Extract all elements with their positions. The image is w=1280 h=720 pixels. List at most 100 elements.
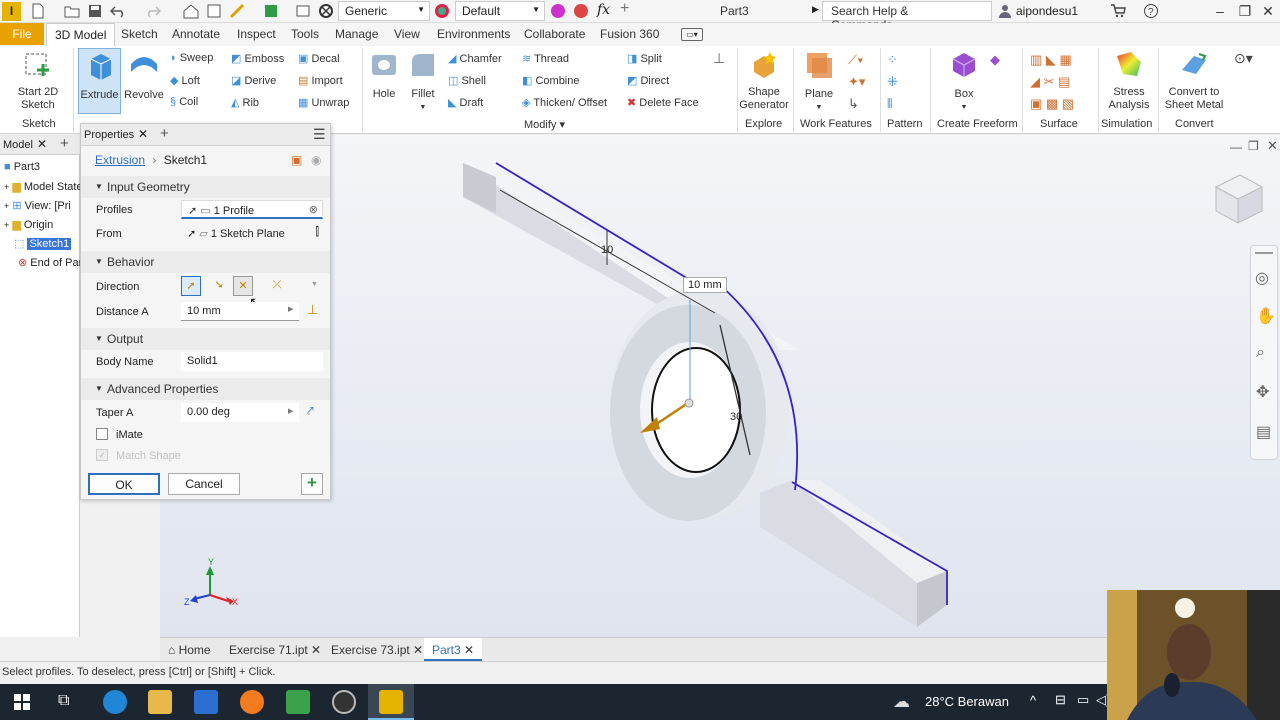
properties-tab[interactable]: Properties — [84, 129, 134, 141]
orbit-icon[interactable]: ✥ — [1256, 382, 1269, 402]
user-name[interactable]: aipondesu1 — [1016, 4, 1078, 18]
loft-button[interactable]: ◆ Loft — [170, 74, 200, 87]
open-folder-icon[interactable] — [64, 3, 80, 19]
shape-generator-button[interactable]: Shape Generator — [738, 50, 790, 112]
direction-asymmetric-button[interactable]: ⤫ — [267, 276, 287, 296]
section-output[interactable]: ▼ Output — [81, 328, 330, 350]
add-icon[interactable]: + — [620, 0, 629, 18]
close-icon[interactable]: ✕ — [311, 643, 321, 657]
edge-browser-icon[interactable] — [103, 690, 127, 714]
taper-a-input[interactable]: 0.00 deg — [181, 403, 299, 422]
browser-tab-model[interactable]: Model — [3, 139, 33, 151]
from-selector[interactable]: ➚ ▱ 1 Sketch Plane ⫿ — [181, 224, 323, 243]
new-file-icon[interactable] — [30, 3, 46, 19]
body-name-input[interactable]: Solid1 — [181, 352, 323, 371]
tree-item-origin[interactable]: + ▆ Origin — [4, 218, 53, 231]
distance-direction-icon[interactable]: ⊥ — [307, 302, 318, 318]
app-logo[interactable]: I — [2, 2, 21, 21]
tab-file[interactable]: File — [0, 23, 44, 45]
dimension-30[interactable]: 30 — [730, 411, 742, 423]
close-button[interactable]: ✕ — [1258, 2, 1278, 20]
emboss-button[interactable]: ◩ Emboss — [231, 52, 284, 65]
ok-button[interactable]: OK — [88, 473, 160, 495]
add-tab-icon[interactable]: + — [60, 135, 69, 152]
menu-icon[interactable]: ☰ — [313, 126, 326, 143]
profiles-selector[interactable]: ➚ ▭ 1 Profile ⊗ — [181, 200, 323, 219]
trim-icon[interactable]: ▣ ▩ ▧ — [1030, 96, 1074, 112]
mirror-icon[interactable]: ⫴ — [887, 96, 892, 112]
tree-item-sketch1[interactable]: ⬚ Sketch1 — [14, 237, 72, 250]
close-icon[interactable]: ✕ — [37, 137, 47, 151]
ucs-icon[interactable]: ↳ — [848, 96, 859, 112]
imate-checkbox[interactable] — [96, 428, 108, 440]
from-options-icon[interactable]: ⫿ — [315, 226, 319, 239]
extrude-button[interactable]: Extrude — [78, 48, 121, 114]
box-button[interactable]: Box ▼ — [946, 50, 982, 114]
plane-button[interactable]: Plane ▼ — [800, 50, 838, 114]
doc-tab-exercise-73[interactable]: Exercise 73.ipt ✕ — [331, 643, 423, 657]
viewport-restore-icon[interactable]: ❐ — [1248, 139, 1259, 153]
rectangular-pattern-icon[interactable]: ⁘ — [887, 52, 898, 68]
adjust-icon[interactable] — [573, 3, 589, 19]
direction-symmetric-button[interactable]: ✕ — [233, 276, 253, 296]
maximize-button[interactable]: ❐ — [1235, 2, 1255, 20]
store-icon[interactable] — [194, 690, 218, 714]
derive-button[interactable]: ◪ Derive — [231, 74, 276, 87]
parameters-icon[interactable]: fx — [597, 2, 610, 18]
tray-app-icon[interactable]: ⊟ — [1055, 692, 1066, 708]
ribbon-options-icon[interactable]: ▭▾ — [681, 28, 703, 41]
material-icon[interactable] — [295, 3, 311, 19]
combine-button[interactable]: ◧ Combine — [522, 74, 580, 87]
steering-wheel-icon[interactable]: ◎ — [1255, 268, 1269, 288]
task-view-icon[interactable]: ⧉ — [58, 692, 69, 710]
delete-face-button[interactable]: ✖ Delete Face — [627, 96, 699, 109]
thread-button[interactable]: ≋ Thread — [522, 52, 569, 65]
tab-inspect[interactable]: Inspect — [237, 27, 276, 41]
preset-icon[interactable]: ▣ — [291, 153, 302, 167]
cart-icon[interactable] — [1110, 3, 1126, 19]
taper-menu-arrow[interactable]: ▶ — [288, 407, 293, 415]
android-app-icon[interactable] — [286, 690, 310, 714]
box-dropdown-arrow[interactable]: ▼ — [946, 101, 982, 114]
close-icon[interactable]: ✕ — [464, 643, 474, 657]
tab-annotate[interactable]: Annotate — [172, 27, 220, 41]
revolve-button[interactable]: Revolve — [122, 48, 166, 102]
search-input[interactable]: Search Help & Commands... — [822, 1, 992, 32]
section-behavior[interactable]: ▼ Behavior — [81, 251, 330, 273]
distance-a-input[interactable]: 10 mm — [181, 302, 299, 321]
appearance-dropdown[interactable]: Default ▼ — [455, 1, 545, 21]
pin-icon[interactable]: ⊥ — [713, 50, 725, 67]
fillet-button[interactable]: Fillet ▼ — [404, 50, 442, 114]
tab-manage[interactable]: Manage — [335, 27, 378, 41]
tree-item-part3[interactable]: ■ Part3 — [4, 161, 40, 173]
stitch-icon[interactable]: ▥ ◣ ▦ — [1030, 52, 1072, 68]
circular-pattern-icon[interactable]: ⁜ — [887, 74, 898, 90]
direction-flipped-button[interactable]: ➘ — [209, 276, 229, 296]
direction-dropdown-arrow[interactable]: ▼ — [311, 281, 318, 288]
manipulator-handle[interactable] — [684, 398, 694, 408]
ribbon-overflow-icon[interactable]: ⊙▾ — [1234, 50, 1253, 67]
doc-tab-home[interactable]: ⌂ Home — [168, 643, 211, 657]
material-dropdown[interactable]: Generic ▼ — [338, 1, 430, 21]
doc-tab-exercise-71[interactable]: Exercise 71.ipt ✕ — [229, 643, 321, 657]
cancel-button[interactable]: Cancel — [168, 473, 240, 495]
network-icon[interactable]: ▭ — [1077, 692, 1089, 708]
section-advanced-properties[interactable]: ▼ Advanced Properties — [81, 378, 330, 400]
help-icon[interactable]: ? — [1143, 3, 1159, 19]
tab-view[interactable]: View — [394, 27, 420, 41]
add-tab-icon[interactable]: + — [160, 125, 169, 142]
tab-sketch[interactable]: Sketch — [121, 27, 158, 41]
distance-menu-arrow[interactable]: ▶ — [288, 305, 293, 313]
pan-icon[interactable]: ✋ — [1256, 306, 1276, 326]
view-cube[interactable] — [1214, 174, 1264, 224]
file-explorer-icon[interactable] — [148, 690, 172, 714]
split-button[interactable]: ◨ Split — [627, 52, 662, 65]
dimension-input[interactable]: 10 mm — [683, 277, 727, 293]
section-input-geometry[interactable]: ▼ Input Geometry — [81, 176, 330, 198]
group-label-modify[interactable]: Modify ▾ — [524, 118, 565, 131]
tray-chevron-icon[interactable]: ^ — [1030, 693, 1036, 708]
rib-button[interactable]: ◭ Rib — [231, 96, 259, 109]
close-icon[interactable]: ✕ — [413, 643, 423, 657]
appearance-icon[interactable] — [434, 3, 450, 19]
tab-environments[interactable]: Environments — [437, 27, 510, 41]
